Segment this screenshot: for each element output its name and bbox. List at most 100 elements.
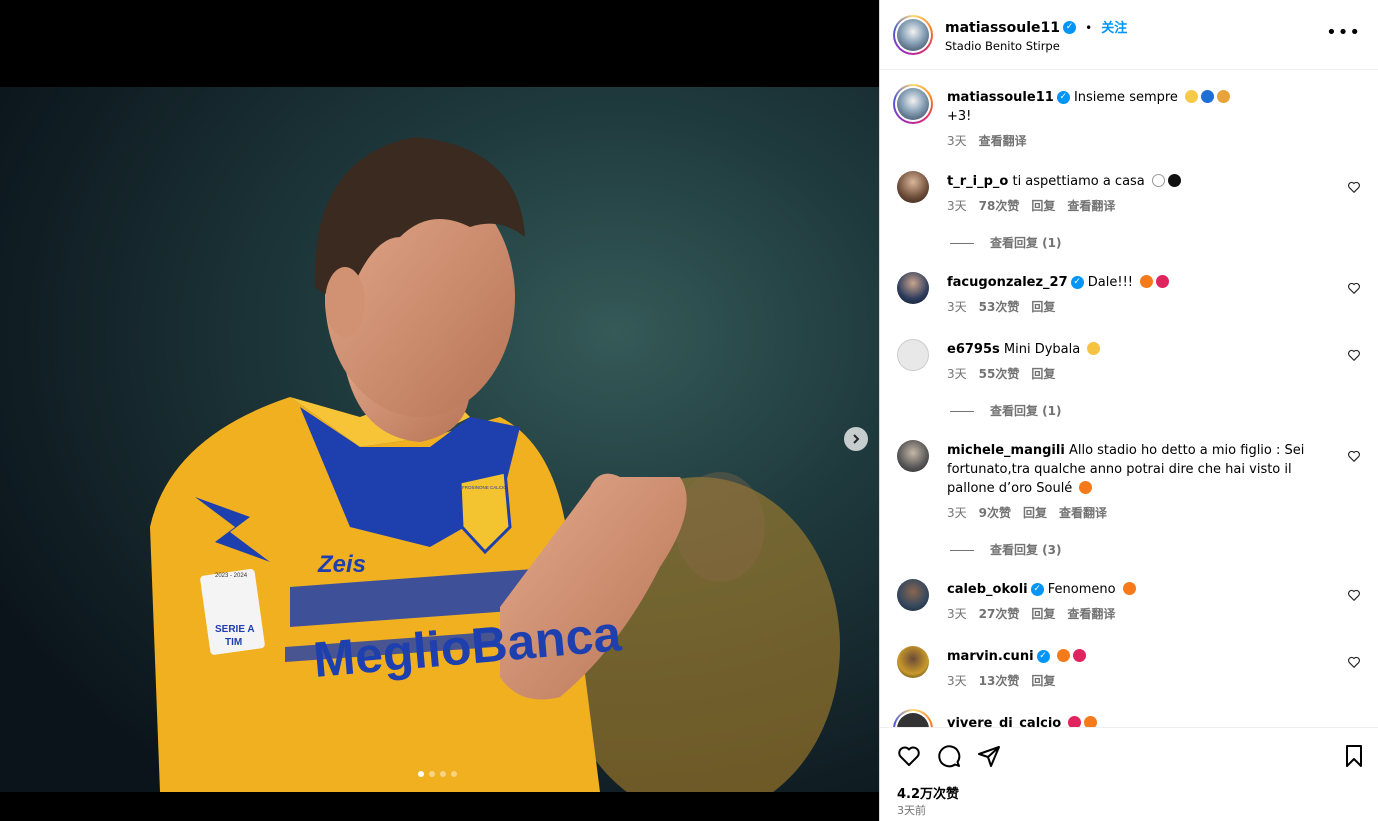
reply-button[interactable]: 回复 — [1031, 300, 1055, 314]
separator-dot: • — [1085, 21, 1093, 35]
comment-likes[interactable]: 13次赞 — [979, 674, 1020, 688]
caption-line2: +3! — [947, 109, 972, 124]
default-avatar-icon[interactable] — [897, 339, 929, 371]
author-avatar[interactable] — [893, 15, 933, 55]
fire-emoji — [1122, 582, 1136, 595]
post-actions: 4.2万次赞 3天前 — [880, 727, 1378, 821]
caption-username[interactable]: matiassoule11 — [947, 90, 1054, 105]
commenter-avatar[interactable] — [893, 709, 933, 727]
author-username[interactable]: matiassoule11 — [945, 20, 1060, 36]
comment-likes[interactable]: 27次赞 — [979, 607, 1020, 621]
post-time[interactable]: 3天前 — [897, 802, 926, 818]
commenter-avatar[interactable] — [897, 440, 929, 472]
comment-username[interactable]: t_r_i_p_o — [947, 174, 1008, 189]
comment-likes[interactable]: 9次赞 — [979, 506, 1011, 520]
view-replies-button[interactable]: 查看回复 (3) — [950, 541, 1062, 558]
lion-emoji — [1217, 90, 1231, 103]
comment-time: 3天 — [947, 674, 967, 688]
fire-emoji — [1079, 481, 1093, 494]
verified-badge-icon: ✓ — [1063, 21, 1077, 34]
player-illustration: MeglioBanca Zeis 2023 - 2024 SERIE A TIM… — [0, 87, 879, 792]
comment-username[interactable]: vivere_di_calcio — [947, 716, 1061, 727]
comment-text: Dale!!! — [1087, 275, 1134, 290]
comment-username[interactable]: marvin.cuni — [947, 649, 1034, 664]
see-translation-link[interactable]: 查看翻译 — [979, 134, 1027, 148]
red-heart-emoji — [1068, 716, 1082, 727]
reply-button[interactable]: 回复 — [1023, 506, 1047, 520]
comment-like-heart-icon[interactable] — [1347, 655, 1361, 669]
blue-heart-emoji — [1201, 90, 1215, 103]
reply-button[interactable]: 回复 — [1031, 674, 1055, 688]
comment-username[interactable]: michele_mangili — [947, 443, 1065, 458]
carousel-dot — [451, 771, 457, 777]
caption-avatar[interactable] — [893, 84, 933, 124]
caption-text: Insieme sempre — [1073, 90, 1178, 105]
verified-badge-icon: ✓ — [1070, 276, 1084, 289]
comment-time: 3天 — [947, 506, 967, 520]
commenter-avatar[interactable] — [897, 646, 929, 678]
post-media: MeglioBanca Zeis 2023 - 2024 SERIE A TIM… — [0, 0, 879, 821]
verified-badge-icon: ✓ — [1036, 650, 1050, 663]
see-translation-link[interactable]: 查看翻译 — [1067, 607, 1115, 621]
comment-icon[interactable] — [937, 744, 961, 768]
commenter-avatar[interactable] — [897, 579, 929, 611]
fire-emoji — [1140, 275, 1154, 288]
comments-list[interactable]: matiassoule11 ✓ Insieme sempre +3! 3天 查看翻译… — [880, 71, 1378, 727]
verified-badge-icon: ✓ — [1030, 583, 1044, 596]
carousel-dot — [429, 771, 435, 777]
heart-icon[interactable] — [897, 744, 921, 768]
chevron-right-icon — [853, 434, 860, 444]
crest-text: FROSINONE CALCIO — [462, 485, 507, 490]
comment-like-heart-icon[interactable] — [1347, 588, 1361, 602]
comment-likes[interactable]: 78次赞 — [979, 199, 1020, 213]
comment-likes[interactable]: 53次赞 — [979, 300, 1020, 314]
comment-username[interactable]: caleb_okoli — [947, 582, 1028, 597]
fire-emoji — [1056, 649, 1070, 662]
patch-year-text: 2023 - 2024 — [215, 573, 248, 579]
black-heart-emoji — [1167, 174, 1181, 187]
carousel-dot — [418, 771, 424, 777]
see-translation-link[interactable]: 查看翻译 — [1067, 199, 1115, 213]
view-replies-label: 查看回复 (3) — [990, 543, 1062, 557]
view-replies-label: 查看回复 (1) — [990, 236, 1062, 250]
follow-button[interactable]: 关注 — [1101, 21, 1127, 36]
send-icon[interactable] — [977, 744, 1001, 768]
post-photo: MeglioBanca Zeis 2023 - 2024 SERIE A TIM… — [0, 87, 879, 792]
comment-time: 3天 — [947, 199, 967, 213]
white-heart-emoji — [1151, 174, 1165, 187]
view-replies-button[interactable]: 查看回复 (1) — [950, 234, 1062, 251]
carousel-indicator — [418, 771, 457, 777]
bookmark-icon[interactable] — [1342, 744, 1366, 768]
commenter-avatar[interactable] — [897, 171, 929, 203]
view-replies-label: 查看回复 (1) — [990, 404, 1062, 418]
caption-time: 3天 — [947, 134, 967, 148]
reply-button[interactable]: 回复 — [1031, 199, 1055, 213]
comment-text: Mini Dybala — [1003, 342, 1081, 357]
jersey-brand-text: Zeis — [317, 551, 366, 578]
crying-face-emoji — [1087, 342, 1101, 355]
comment-like-heart-icon[interactable] — [1347, 281, 1361, 295]
patch-tim-text: TIM — [225, 637, 242, 648]
red-heart-emoji — [1156, 275, 1170, 288]
comment-like-heart-icon[interactable] — [1347, 180, 1361, 194]
comment-time: 3天 — [947, 300, 967, 314]
comment-like-heart-icon[interactable] — [1347, 449, 1361, 463]
comment-like-heart-icon[interactable] — [1347, 348, 1361, 362]
view-replies-button[interactable]: 查看回复 (1) — [950, 402, 1062, 419]
patch-serie-a-text: SERIE A — [215, 624, 255, 635]
post-side-panel: matiassoule11 ✓ • 关注 Stadio Benito Stirpe… — [879, 0, 1378, 821]
reply-button[interactable]: 回复 — [1031, 607, 1055, 621]
likes-count[interactable]: 4.2万次赞 — [897, 783, 959, 802]
comment-username[interactable]: e6795s — [947, 342, 1000, 357]
commenter-avatar[interactable] — [897, 272, 929, 304]
see-translation-link[interactable]: 查看翻译 — [1059, 506, 1107, 520]
more-options-icon[interactable]: ••• — [1326, 22, 1361, 43]
comment-likes[interactable]: 55次赞 — [979, 367, 1020, 381]
reply-button[interactable]: 回复 — [1031, 367, 1055, 381]
comment-username[interactable]: facugonzalez_27 — [947, 275, 1068, 290]
yellow-heart-emoji — [1185, 90, 1199, 103]
post-location[interactable]: Stadio Benito Stirpe — [945, 39, 1127, 53]
comment-time: 3天 — [947, 607, 967, 621]
red-heart-emoji — [1072, 649, 1086, 662]
next-slide-button[interactable] — [844, 427, 868, 451]
